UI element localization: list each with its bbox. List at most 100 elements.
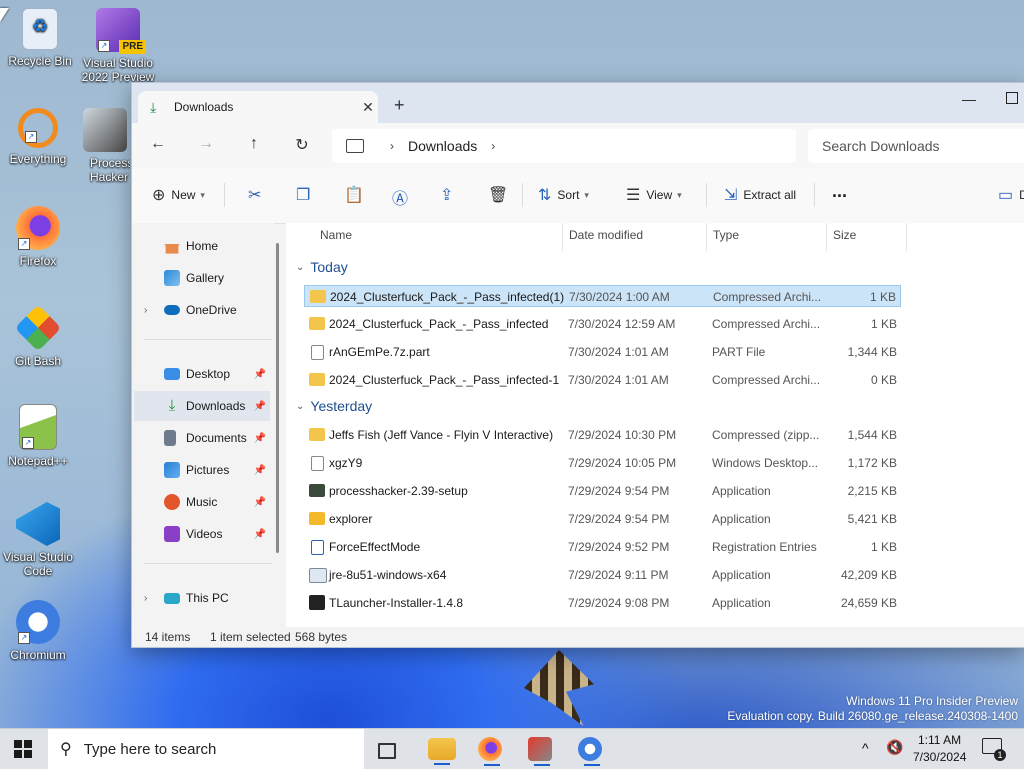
back-arrow-icon[interactable]: ← bbox=[146, 135, 170, 157]
desktop-icon-visual-studio-preview[interactable]: PRE ↗ Visual Studio 2022 Preview bbox=[80, 8, 156, 84]
file-row[interactable]: 2024_Clusterfuck_Pack_-_Pass_infected-1 … bbox=[304, 369, 901, 391]
column-divider[interactable] bbox=[826, 223, 827, 251]
taskbar-search-box[interactable]: ⚲ Type here to search bbox=[48, 729, 364, 769]
documents-icon bbox=[164, 430, 176, 446]
desktop-icon-process-hacker[interactable]: Process Hacker bbox=[80, 108, 130, 184]
file-row[interactable]: processhacker-2.39-setup 7/29/2024 9:54 … bbox=[304, 480, 901, 502]
file-row[interactable]: jre-8u51-windows-x64 7/29/2024 9:11 PM A… bbox=[304, 564, 901, 586]
start-button[interactable] bbox=[14, 740, 32, 758]
sort-button[interactable]: ⇅ Sort ▾ bbox=[538, 185, 589, 205]
share-icon: ⇪ bbox=[440, 187, 454, 204]
new-button[interactable]: ⊕ New ▾ bbox=[152, 185, 205, 205]
column-header-name[interactable]: Name bbox=[320, 228, 352, 242]
file-size: 1 KB bbox=[870, 540, 897, 554]
volume-muted-icon[interactable]: 🔇 bbox=[886, 739, 903, 756]
file-row[interactable]: xgzY9 7/29/2024 10:05 PM Windows Desktop… bbox=[304, 452, 901, 474]
sidebar-item-documents[interactable]: Documents 📌 bbox=[134, 423, 270, 453]
chevron-up-icon[interactable]: ^ bbox=[862, 740, 869, 756]
sidebar-label: Gallery bbox=[186, 271, 225, 285]
chevron-right-icon[interactable]: › bbox=[144, 305, 147, 316]
details-pane-button[interactable]: ▭ D bbox=[998, 185, 1024, 205]
new-tab-icon[interactable]: + bbox=[394, 95, 405, 116]
windows-logo-icon bbox=[24, 750, 32, 758]
view-button[interactable]: ☰ View ▾ bbox=[626, 185, 682, 205]
refresh-icon[interactable]: ↻ bbox=[290, 135, 314, 157]
forward-arrow-icon[interactable]: → bbox=[194, 135, 218, 157]
copy-button[interactable]: ❐ bbox=[296, 185, 316, 205]
file-size: 1 KB bbox=[869, 290, 896, 304]
delete-button[interactable]: 🗑 bbox=[488, 185, 514, 205]
column-divider[interactable] bbox=[706, 223, 707, 251]
tab-downloads[interactable]: ⤓ Downloads ✕ bbox=[138, 91, 378, 123]
maximize-icon[interactable] bbox=[1006, 92, 1018, 104]
desktop-icon-git-bash[interactable]: Git Bash bbox=[0, 304, 76, 368]
desktop-icon-firefox[interactable]: ↗ Firefox bbox=[0, 206, 76, 268]
chevron-right-icon[interactable]: › bbox=[390, 139, 394, 153]
sidebar-item-downloads[interactable]: ⤓ Downloads 📌 bbox=[134, 391, 270, 421]
column-divider[interactable] bbox=[562, 223, 563, 251]
desktop-icon-recycle-bin[interactable]: ♻ Recycle Bin bbox=[2, 8, 78, 68]
sidebar-item-this-pc[interactable]: › This PC bbox=[134, 583, 270, 613]
chevron-right-icon[interactable]: › bbox=[491, 139, 495, 153]
task-view-icon[interactable] bbox=[378, 743, 396, 759]
file-row[interactable]: 2024_Clusterfuck_Pack_-_Pass_infected 7/… bbox=[304, 313, 901, 335]
cut-button[interactable]: ✂ bbox=[248, 185, 267, 205]
file-row[interactable]: ForceEffectMode 7/29/2024 9:52 PM Regist… bbox=[304, 536, 901, 558]
pin-icon[interactable]: 📌 bbox=[254, 369, 266, 380]
column-header-size[interactable]: Size bbox=[833, 228, 856, 242]
trash-icon: 🗑 bbox=[488, 187, 509, 204]
sidebar-item-gallery[interactable]: Gallery bbox=[134, 263, 270, 293]
minimize-icon[interactable]: — bbox=[962, 91, 976, 107]
sidebar-label: Desktop bbox=[186, 367, 231, 381]
firefox-taskbar-icon[interactable] bbox=[478, 737, 502, 766]
sort-label: Sort bbox=[557, 188, 580, 202]
sidebar-label: Music bbox=[186, 495, 218, 509]
search-input[interactable]: Search Downloads bbox=[808, 129, 1024, 163]
rename-button[interactable]: Ⓐ bbox=[392, 185, 414, 209]
group-header-yesterday[interactable]: ⌄ Yesterday bbox=[296, 398, 372, 414]
column-header-type[interactable]: Type bbox=[713, 228, 739, 242]
sidebar-item-onedrive[interactable]: › OneDrive bbox=[134, 295, 270, 325]
sidebar-item-desktop[interactable]: Desktop 📌 bbox=[134, 359, 270, 389]
sidebar-scrollbar[interactable] bbox=[276, 243, 279, 553]
file-row[interactable]: TLauncher-Installer-1.4.8 7/29/2024 9:08… bbox=[304, 592, 901, 614]
file-explorer-taskbar-icon[interactable] bbox=[428, 738, 456, 765]
file-row[interactable]: rAnGEmPe.7z.part 7/30/2024 1:01 AM PART … bbox=[304, 341, 901, 363]
process-hacker-taskbar-icon[interactable] bbox=[528, 737, 552, 766]
pin-icon[interactable]: 📌 bbox=[254, 401, 266, 412]
sidebar-item-home[interactable]: Home bbox=[134, 231, 270, 261]
address-bar[interactable]: › Downloads › bbox=[332, 129, 796, 163]
file-row[interactable]: explorer 7/29/2024 9:54 PM Application 5… bbox=[304, 508, 901, 530]
chevron-right-icon[interactable]: › bbox=[144, 593, 147, 604]
close-tab-icon[interactable]: ✕ bbox=[358, 99, 378, 116]
chevron-down-icon: ▾ bbox=[584, 189, 589, 200]
file-name: xgzY9 bbox=[329, 456, 363, 470]
up-arrow-icon[interactable]: ↑ bbox=[242, 135, 266, 157]
desktop-icon-chromium[interactable]: ↗ Chromium bbox=[0, 600, 76, 662]
pin-icon[interactable]: 📌 bbox=[254, 465, 266, 476]
column-divider[interactable] bbox=[906, 223, 907, 251]
file-row[interactable]: 2024_Clusterfuck_Pack_-_Pass_infected(1)… bbox=[304, 285, 901, 307]
file-row[interactable]: Jeffs Fish (Jeff Vance - Flyin V Interac… bbox=[304, 424, 901, 446]
chromium-taskbar-icon[interactable] bbox=[578, 737, 602, 766]
desktop-icon-label: Process Hacker bbox=[90, 156, 130, 184]
sidebar-item-music[interactable]: Music 📌 bbox=[134, 487, 270, 517]
more-options-button[interactable]: ... bbox=[832, 181, 847, 202]
share-button[interactable]: ⇪ bbox=[440, 185, 459, 205]
pin-icon[interactable]: 📌 bbox=[254, 529, 266, 540]
zip-folder-icon bbox=[309, 373, 325, 386]
taskbar-time[interactable]: 1:11 AM bbox=[918, 733, 961, 747]
breadcrumb-downloads[interactable]: Downloads bbox=[408, 138, 477, 154]
group-header-today[interactable]: ⌄ Today bbox=[296, 259, 348, 275]
column-header-date[interactable]: Date modified bbox=[569, 228, 643, 242]
pin-icon[interactable]: 📌 bbox=[254, 433, 266, 444]
taskbar-date[interactable]: 7/30/2024 bbox=[913, 750, 966, 764]
desktop-icon-vscode[interactable]: Visual Studio Code bbox=[0, 502, 76, 578]
desktop-icon-everything[interactable]: ↗ Everything bbox=[0, 108, 76, 166]
sidebar-item-videos[interactable]: Videos 📌 bbox=[134, 519, 270, 549]
desktop-icon-notepadpp[interactable]: ↗ Notepad++ bbox=[0, 404, 76, 468]
extract-all-button[interactable]: ⇲ Extract all bbox=[724, 185, 796, 205]
pin-icon[interactable]: 📌 bbox=[254, 497, 266, 508]
sidebar-item-pictures[interactable]: Pictures 📌 bbox=[134, 455, 270, 485]
paste-button[interactable]: 📋 bbox=[344, 185, 370, 205]
